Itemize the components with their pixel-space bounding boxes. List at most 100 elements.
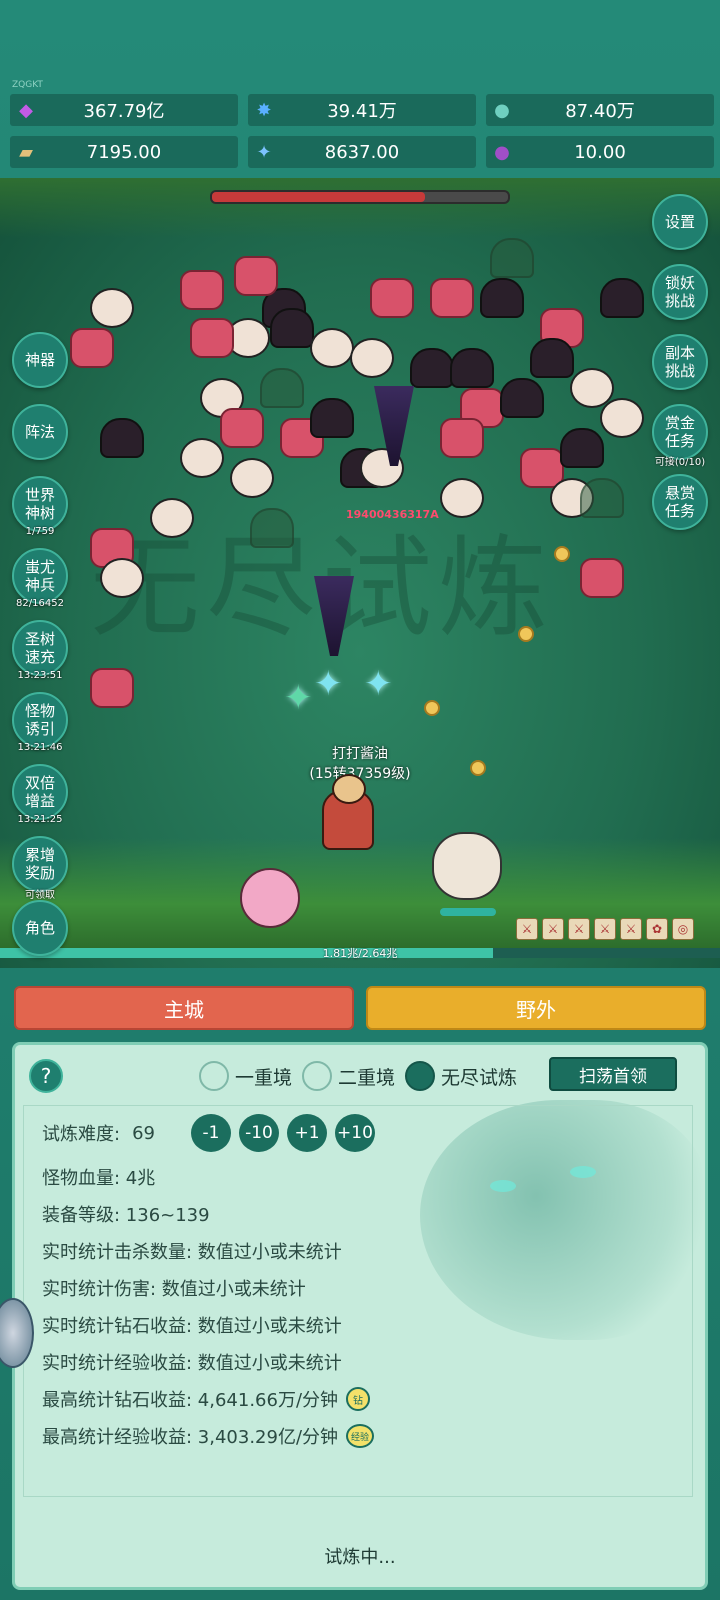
chiyou-weapon-progress: 82/16452 <box>16 598 64 609</box>
difficulty-label: 试炼难度: <box>42 1124 121 1145</box>
mode-label: 无尽试炼 <box>441 1066 518 1089</box>
demon-lock-challenge-button[interactable]: 锁妖挑战 <box>652 264 708 320</box>
trial-status: 试炼中... <box>324 1547 396 1568</box>
help-button[interactable]: ? <box>29 1059 63 1093</box>
bounty-task-button[interactable]: 赏金任务 <box>652 404 708 460</box>
monster-sprite <box>310 398 354 438</box>
monster-sprite <box>90 288 134 328</box>
difficulty-minus-1-button[interactable]: -1 <box>190 1114 231 1152</box>
sweep-boss-button[interactable]: 扫荡首领 <box>549 1057 677 1091</box>
boss-hp-fill <box>212 192 426 202</box>
character-button[interactable]: 角色 <box>12 900 68 956</box>
dungeon-challenge-button[interactable]: 副本挑战 <box>652 334 708 390</box>
resource-pouch: ● 10.00 <box>486 136 714 168</box>
coin-drop <box>554 546 570 562</box>
resource-value: 87.40万 <box>565 101 635 122</box>
stat-monster-hp: 怪物血量: 4兆 <box>42 1168 156 1189</box>
resource-value: 7195.00 <box>86 141 162 163</box>
skill-slot-icon[interactable]: ⚔ <box>568 918 590 940</box>
double-buff-button[interactable]: 双倍增益 <box>12 764 68 820</box>
difficulty-plus-1-button[interactable]: +1 <box>286 1114 327 1152</box>
monster-sprite <box>310 328 354 368</box>
difficulty-adjusters: -1 -10 +1 +10 <box>190 1114 375 1152</box>
trial-stats-box: 试炼难度: 69 -1 -10 +1 +10 怪物血量: 4兆 装备等级: 13… <box>23 1105 693 1497</box>
skill-slot-icon[interactable]: ⚔ <box>542 918 564 940</box>
artifact-button[interactable]: 神器 <box>12 332 68 388</box>
resource-diamond: ◆ 367.79亿 <box>10 94 238 126</box>
difficulty-row: 试炼难度: 69 -1 -10 +1 +10 <box>42 1114 375 1152</box>
monster-sprite <box>480 278 524 318</box>
best-diamond-row: 最高统计钻石收益: 4,641.66万/分钟 钻 <box>42 1386 371 1412</box>
monster-sprite <box>100 418 144 458</box>
skill-slot-icon[interactable]: ⚔ <box>594 918 616 940</box>
exp-badge-icon: 经验 <box>346 1424 375 1448</box>
resource-orb: ● 87.40万 <box>486 94 714 126</box>
mode-option-endless[interactable]: 无尽试炼 <box>405 1061 517 1091</box>
game-screen: ZQGKT ◆ 367.79亿 ✸ 39.41万 ● 87.40万 ▰ 7195… <box>0 0 720 1600</box>
stat-kills: 实时统计击杀数量: 数值过小或未统计 <box>42 1242 342 1263</box>
difficulty-minus-10-button[interactable]: -10 <box>238 1114 279 1152</box>
pet-hp-bar <box>440 908 496 916</box>
reward-task-button[interactable]: 悬赏任务 <box>652 474 708 530</box>
monster-sprite <box>270 308 314 348</box>
brand-label: ZQGKT <box>12 80 43 90</box>
stat-diamond-income: 实时统计钻石收益: 数值过小或未统计 <box>42 1316 342 1337</box>
main-city-tab[interactable]: 主城 <box>14 986 354 1030</box>
monster-sprite <box>440 478 484 518</box>
trial-panel: ? 一重境 二重境 无尽试炼 扫荡首领 试炼难度: 69 -1 -10 +1 +… <box>12 1042 708 1590</box>
monster-sprite <box>410 348 454 388</box>
hero-character <box>322 774 374 850</box>
best-diamond-income: 最高统计钻石收益: 4,641.66万/分钟 <box>42 1390 339 1411</box>
monster-sprite <box>560 428 604 468</box>
resource-scroll: ▰ 7195.00 <box>10 136 238 168</box>
monster-sprite <box>490 238 534 278</box>
skill-bar: ⚔ ⚔ ⚔ ⚔ ⚔ ✿ ◎ <box>516 918 694 940</box>
shuriken-effect: ✦ <box>284 678 313 718</box>
teal-orb-icon: ● <box>494 99 510 121</box>
monster-sprite <box>600 398 644 438</box>
resource-value: 8637.00 <box>324 141 400 163</box>
coin-drop <box>470 760 486 776</box>
wild-tab[interactable]: 野外 <box>366 986 706 1030</box>
monster-sprite <box>530 338 574 378</box>
monster-sprite <box>350 338 394 378</box>
purple-gem-icon: ◆ <box>19 99 33 121</box>
mode-label: 一重境 <box>235 1066 293 1089</box>
skill-slot-icon[interactable]: ⚔ <box>516 918 538 940</box>
world-tree-button[interactable]: 世界神树 <box>12 476 68 532</box>
cow-pet <box>432 832 502 900</box>
chiyou-weapon-button[interactable]: 蚩尤神兵 <box>12 548 68 604</box>
mode-selector: 一重境 二重境 无尽试炼 <box>199 1061 521 1091</box>
formation-button[interactable]: 阵法 <box>12 404 68 460</box>
difficulty-plus-10-button[interactable]: +10 <box>334 1114 375 1152</box>
resource-value: 367.79亿 <box>83 101 165 122</box>
world-tree-progress: 1/759 <box>25 526 55 537</box>
difficulty-value: 69 <box>132 1122 155 1144</box>
monster-lure-button[interactable]: 怪物诱引 <box>12 692 68 748</box>
xp-text: 1.81兆/2.64兆 <box>322 947 398 960</box>
skill-slot-icon[interactable]: ◎ <box>672 918 694 940</box>
monster-sprite <box>220 408 264 448</box>
skill-slot-icon[interactable]: ⚔ <box>620 918 642 940</box>
monster-sprite <box>230 458 274 498</box>
diamond-badge-icon: 钻 <box>346 1387 371 1411</box>
resource-value: 10.00 <box>574 141 626 163</box>
tree-recharge-button[interactable]: 圣树速充 <box>12 620 68 676</box>
skill-slot-icon[interactable]: ✿ <box>646 918 668 940</box>
damage-number: 19400436317A <box>346 508 439 521</box>
cumulative-reward-button[interactable]: 累增奖励 <box>12 836 68 892</box>
mode-radio[interactable] <box>199 1061 229 1091</box>
mode-option-1[interactable]: 一重境 <box>199 1061 292 1091</box>
battlefield[interactable]: 无尽试炼 ✦ ✦ ✦ 19400436317A 打打酱油 (15转37359级)… <box>0 178 720 968</box>
blue-shard-icon: ✦ <box>256 141 272 163</box>
settings-button[interactable]: 设置 <box>652 194 708 250</box>
foliage-top <box>0 178 720 238</box>
monster-sprite <box>580 478 624 518</box>
best-exp-income: 最高统计经验收益: 3,403.29亿/分钟 <box>42 1427 339 1448</box>
monster-sprite <box>250 508 294 548</box>
mode-radio-selected[interactable] <box>405 1061 436 1091</box>
monster-sprite <box>90 668 134 708</box>
mode-option-2[interactable]: 二重境 <box>302 1061 395 1091</box>
blue-crystal-icon: ✸ <box>256 99 272 121</box>
mode-radio[interactable] <box>302 1061 333 1091</box>
